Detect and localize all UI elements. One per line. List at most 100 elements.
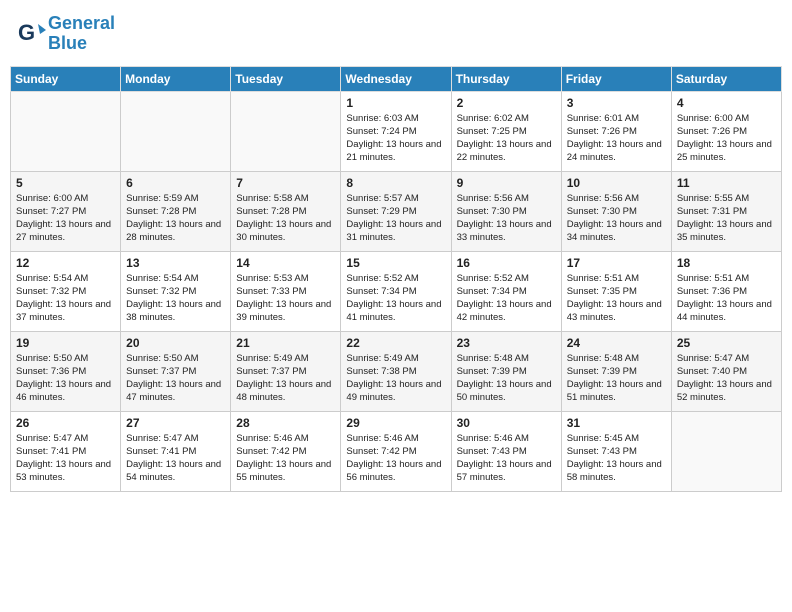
- logo: G GeneralBlue: [18, 14, 115, 54]
- calendar-cell: [671, 411, 781, 491]
- day-info: Sunrise: 5:46 AM Sunset: 7:42 PM Dayligh…: [346, 432, 445, 485]
- day-number: 20: [126, 336, 225, 350]
- day-number: 2: [457, 96, 556, 110]
- day-number: 27: [126, 416, 225, 430]
- day-info: Sunrise: 5:56 AM Sunset: 7:30 PM Dayligh…: [567, 192, 666, 245]
- logo-text: GeneralBlue: [48, 14, 115, 54]
- calendar-cell: [231, 91, 341, 171]
- calendar-cell: 8 Sunrise: 5:57 AM Sunset: 7:29 PM Daylig…: [341, 171, 451, 251]
- day-info: Sunrise: 5:49 AM Sunset: 7:38 PM Dayligh…: [346, 352, 445, 405]
- logo-icon: G: [18, 20, 46, 48]
- calendar-cell: 10Sunrise: 5:56 AM Sunset: 7:30 PM Dayli…: [561, 171, 671, 251]
- day-info: Sunrise: 5:49 AM Sunset: 7:37 PM Dayligh…: [236, 352, 335, 405]
- day-info: Sunrise: 5:45 AM Sunset: 7:43 PM Dayligh…: [567, 432, 666, 485]
- calendar-cell: 27Sunrise: 5:47 AM Sunset: 7:41 PM Dayli…: [121, 411, 231, 491]
- calendar-cell: 12Sunrise: 5:54 AM Sunset: 7:32 PM Dayli…: [11, 251, 121, 331]
- calendar-cell: 25Sunrise: 5:47 AM Sunset: 7:40 PM Dayli…: [671, 331, 781, 411]
- day-number: 16: [457, 256, 556, 270]
- calendar-cell: 1Sunrise: 6:03 AM Sunset: 7:24 PM Daylig…: [341, 91, 451, 171]
- calendar-cell: 2 Sunrise: 6:02 AM Sunset: 7:25 PM Daylig…: [451, 91, 561, 171]
- calendar-table: SundayMondayTuesdayWednesdayThursdayFrid…: [10, 66, 782, 492]
- weekday-header: Friday: [561, 66, 671, 91]
- calendar-cell: [121, 91, 231, 171]
- day-info: Sunrise: 5:51 AM Sunset: 7:36 PM Dayligh…: [677, 272, 776, 325]
- calendar-cell: 23Sunrise: 5:48 AM Sunset: 7:39 PM Dayli…: [451, 331, 561, 411]
- calendar-cell: 13 Sunrise: 5:54 AM Sunset: 7:32 PM Dayli…: [121, 251, 231, 331]
- weekday-header: Wednesday: [341, 66, 451, 91]
- weekday-header: Sunday: [11, 66, 121, 91]
- day-number: 1: [346, 96, 445, 110]
- day-number: 29: [346, 416, 445, 430]
- day-info: Sunrise: 6:00 AM Sunset: 7:27 PM Dayligh…: [16, 192, 115, 245]
- day-info: Sunrise: 5:46 AM Sunset: 7:42 PM Dayligh…: [236, 432, 335, 485]
- calendar-cell: 22 Sunrise: 5:49 AM Sunset: 7:38 PM Dayli…: [341, 331, 451, 411]
- day-number: 13: [126, 256, 225, 270]
- weekday-header: Monday: [121, 66, 231, 91]
- day-info: Sunrise: 5:53 AM Sunset: 7:33 PM Dayligh…: [236, 272, 335, 325]
- calendar-cell: 30 Sunrise: 5:46 AM Sunset: 7:43 PM Dayli…: [451, 411, 561, 491]
- day-info: Sunrise: 5:57 AM Sunset: 7:29 PM Dayligh…: [346, 192, 445, 245]
- day-number: 3: [567, 96, 666, 110]
- svg-text:G: G: [18, 20, 35, 45]
- day-number: 7: [236, 176, 335, 190]
- day-info: Sunrise: 5:52 AM Sunset: 7:34 PM Dayligh…: [346, 272, 445, 325]
- day-info: Sunrise: 5:51 AM Sunset: 7:35 PM Dayligh…: [567, 272, 666, 325]
- day-info: Sunrise: 5:54 AM Sunset: 7:32 PM Dayligh…: [126, 272, 225, 325]
- day-info: Sunrise: 5:59 AM Sunset: 7:28 PM Dayligh…: [126, 192, 225, 245]
- calendar-cell: 6 Sunrise: 5:59 AM Sunset: 7:28 PM Daylig…: [121, 171, 231, 251]
- calendar-cell: 28 Sunrise: 5:46 AM Sunset: 7:42 PM Dayli…: [231, 411, 341, 491]
- calendar-week-row: 5 Sunrise: 6:00 AM Sunset: 7:27 PM Daylig…: [11, 171, 782, 251]
- calendar-cell: 5 Sunrise: 6:00 AM Sunset: 7:27 PM Daylig…: [11, 171, 121, 251]
- day-number: 8: [346, 176, 445, 190]
- calendar-week-row: 26 Sunrise: 5:47 AM Sunset: 7:41 PM Dayli…: [11, 411, 782, 491]
- day-number: 11: [677, 176, 776, 190]
- day-info: Sunrise: 5:47 AM Sunset: 7:41 PM Dayligh…: [16, 432, 115, 485]
- day-info: Sunrise: 5:50 AM Sunset: 7:36 PM Dayligh…: [16, 352, 115, 405]
- day-info: Sunrise: 5:50 AM Sunset: 7:37 PM Dayligh…: [126, 352, 225, 405]
- day-info: Sunrise: 6:00 AM Sunset: 7:26 PM Dayligh…: [677, 112, 776, 165]
- day-number: 31: [567, 416, 666, 430]
- day-number: 5: [16, 176, 115, 190]
- weekday-header: Tuesday: [231, 66, 341, 91]
- weekday-header: Thursday: [451, 66, 561, 91]
- day-info: Sunrise: 5:52 AM Sunset: 7:34 PM Dayligh…: [457, 272, 556, 325]
- calendar-cell: 15 Sunrise: 5:52 AM Sunset: 7:34 PM Dayli…: [341, 251, 451, 331]
- calendar-cell: 29 Sunrise: 5:46 AM Sunset: 7:42 PM Dayli…: [341, 411, 451, 491]
- day-info: Sunrise: 6:01 AM Sunset: 7:26 PM Dayligh…: [567, 112, 666, 165]
- day-number: 15: [346, 256, 445, 270]
- day-number: 26: [16, 416, 115, 430]
- day-number: 30: [457, 416, 556, 430]
- calendar-cell: [11, 91, 121, 171]
- calendar-cell: 7Sunrise: 5:58 AM Sunset: 7:28 PM Daylig…: [231, 171, 341, 251]
- day-info: Sunrise: 5:46 AM Sunset: 7:43 PM Dayligh…: [457, 432, 556, 485]
- page-header: G GeneralBlue: [10, 10, 782, 58]
- day-info: Sunrise: 5:48 AM Sunset: 7:39 PM Dayligh…: [457, 352, 556, 405]
- day-number: 24: [567, 336, 666, 350]
- calendar-cell: 3 Sunrise: 6:01 AM Sunset: 7:26 PM Daylig…: [561, 91, 671, 171]
- day-number: 22: [346, 336, 445, 350]
- weekday-header: Saturday: [671, 66, 781, 91]
- calendar-cell: 26 Sunrise: 5:47 AM Sunset: 7:41 PM Dayli…: [11, 411, 121, 491]
- calendar-cell: 16 Sunrise: 5:52 AM Sunset: 7:34 PM Dayli…: [451, 251, 561, 331]
- day-number: 12: [16, 256, 115, 270]
- calendar-cell: 18Sunrise: 5:51 AM Sunset: 7:36 PM Dayli…: [671, 251, 781, 331]
- calendar-week-row: 19 Sunrise: 5:50 AM Sunset: 7:36 PM Dayli…: [11, 331, 782, 411]
- calendar-cell: 20 Sunrise: 5:50 AM Sunset: 7:37 PM Dayli…: [121, 331, 231, 411]
- day-info: Sunrise: 5:56 AM Sunset: 7:30 PM Dayligh…: [457, 192, 556, 245]
- day-number: 4: [677, 96, 776, 110]
- calendar-cell: 14Sunrise: 5:53 AM Sunset: 7:33 PM Dayli…: [231, 251, 341, 331]
- calendar-cell: 4 Sunrise: 6:00 AM Sunset: 7:26 PM Daylig…: [671, 91, 781, 171]
- day-number: 9: [457, 176, 556, 190]
- calendar-cell: 17Sunrise: 5:51 AM Sunset: 7:35 PM Dayli…: [561, 251, 671, 331]
- day-number: 25: [677, 336, 776, 350]
- day-number: 19: [16, 336, 115, 350]
- calendar-cell: 31 Sunrise: 5:45 AM Sunset: 7:43 PM Dayli…: [561, 411, 671, 491]
- calendar-week-row: 1Sunrise: 6:03 AM Sunset: 7:24 PM Daylig…: [11, 91, 782, 171]
- day-info: Sunrise: 5:55 AM Sunset: 7:31 PM Dayligh…: [677, 192, 776, 245]
- calendar-cell: 9 Sunrise: 5:56 AM Sunset: 7:30 PM Daylig…: [451, 171, 561, 251]
- day-number: 21: [236, 336, 335, 350]
- day-info: Sunrise: 6:02 AM Sunset: 7:25 PM Dayligh…: [457, 112, 556, 165]
- calendar-cell: 24Sunrise: 5:48 AM Sunset: 7:39 PM Dayli…: [561, 331, 671, 411]
- day-number: 6: [126, 176, 225, 190]
- day-number: 28: [236, 416, 335, 430]
